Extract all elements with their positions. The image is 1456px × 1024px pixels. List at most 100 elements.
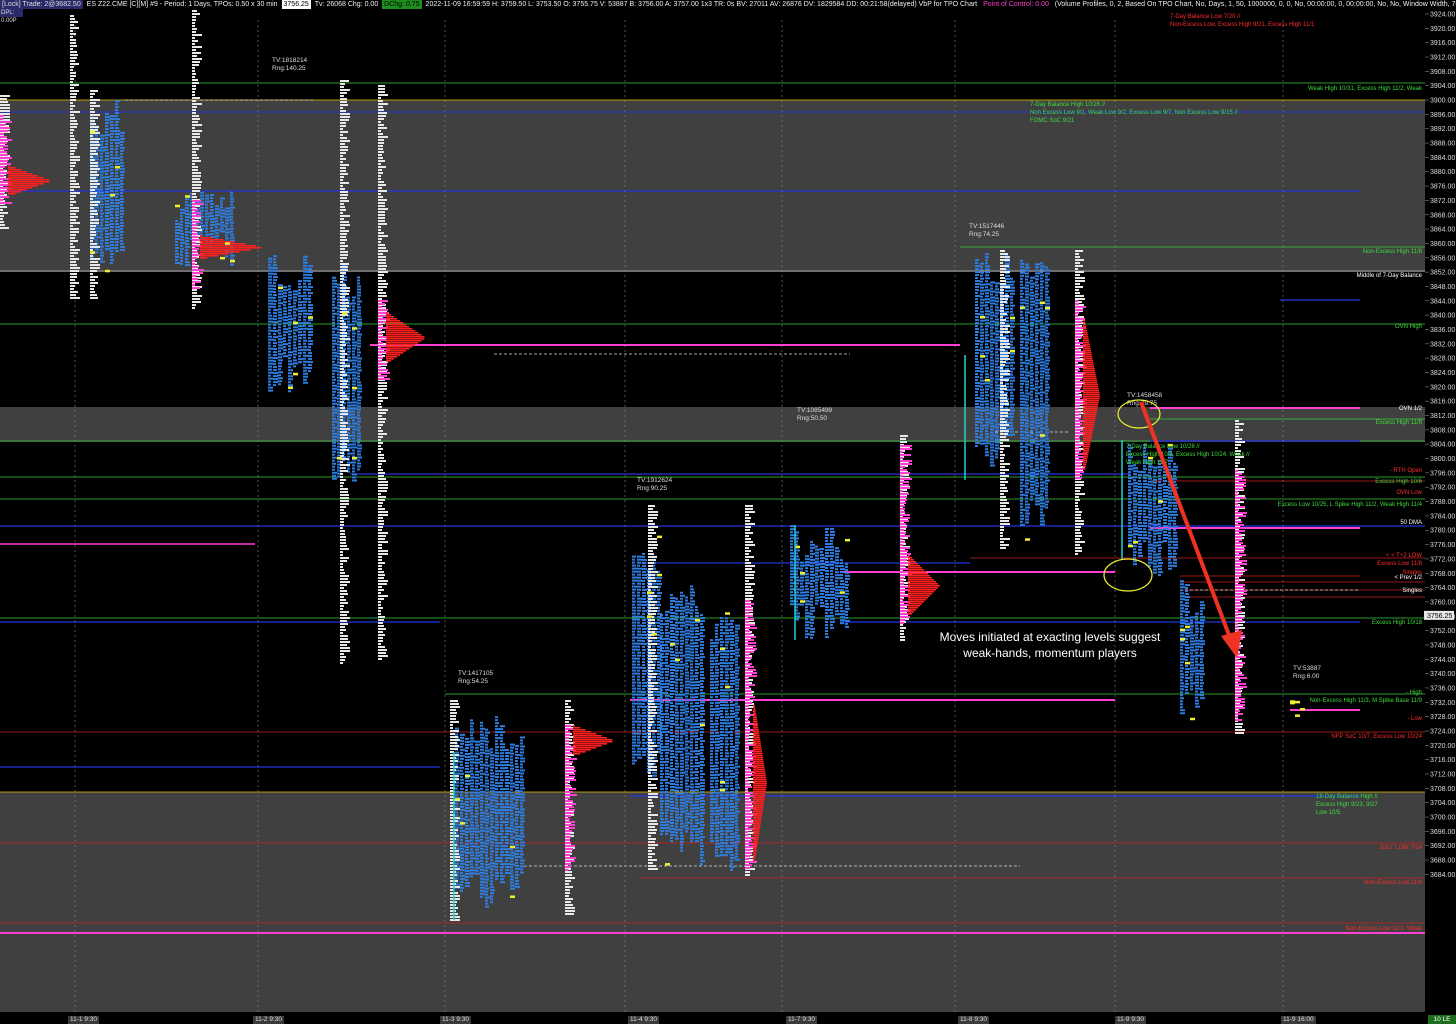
tpo-block	[680, 600, 683, 603]
tpo-block	[642, 591, 646, 594]
tpo-block	[670, 768, 675, 771]
tpo-block	[110, 169, 113, 172]
tpo-block	[120, 179, 123, 182]
tpo-block	[975, 436, 980, 439]
tpo-block	[980, 382, 985, 385]
tpo-block	[685, 746, 690, 749]
tpo-block	[1030, 417, 1034, 420]
tpo-block	[675, 621, 680, 624]
tpo-block	[980, 304, 985, 307]
tpo-block	[1045, 341, 1050, 344]
tpo-block	[470, 818, 473, 821]
tpo-block	[730, 667, 733, 670]
tpo-block	[1045, 386, 1050, 389]
tpo-block	[685, 650, 690, 653]
tpo-block	[637, 672, 640, 675]
tpo-block	[352, 398, 356, 401]
tpo-block	[298, 298, 301, 301]
tpo-block	[1030, 465, 1033, 468]
tpo-block	[670, 687, 674, 690]
tpo-block	[700, 827, 704, 830]
tpo-block	[975, 346, 978, 349]
tpo-block	[670, 822, 674, 825]
tpo-block	[670, 630, 674, 633]
tpo-block	[1035, 317, 1038, 320]
tpo-block	[480, 742, 484, 745]
tpo-block	[308, 361, 313, 364]
tpo-block	[185, 222, 190, 225]
tpo-block	[308, 271, 313, 274]
tpo-block	[115, 136, 119, 139]
tpo-block	[95, 206, 99, 209]
tpo-block	[990, 323, 994, 326]
tpo-block	[690, 759, 693, 762]
tpo-block	[700, 806, 704, 809]
tpo-block	[675, 819, 679, 822]
tpo-block	[845, 622, 848, 625]
tpo-block	[1045, 353, 1048, 356]
tpo-block	[357, 324, 362, 327]
tpo-block	[725, 806, 729, 809]
tpo-block	[268, 317, 273, 320]
tpo-block	[460, 799, 463, 802]
tpo-block	[455, 784, 459, 787]
tpo-block	[720, 710, 723, 713]
tpo-block	[990, 302, 995, 305]
tpo-block	[690, 729, 695, 732]
tpo-block	[985, 283, 990, 286]
tpo-block	[790, 555, 794, 558]
tpo-block	[1035, 455, 1038, 458]
tpo-block	[985, 322, 990, 325]
tpo-block	[298, 331, 302, 334]
tpo-block	[1020, 418, 1025, 421]
tpo-block	[1133, 524, 1137, 527]
tpo-block	[515, 849, 520, 852]
tpo-block	[490, 781, 494, 784]
tpo-block	[1045, 440, 1049, 443]
tpo-block	[1020, 460, 1025, 463]
tpo-block	[505, 773, 509, 776]
tpo-block	[990, 437, 994, 440]
tpo-block	[642, 717, 646, 720]
tpo-block	[352, 329, 355, 332]
tpo-block	[825, 612, 828, 615]
tpo-block	[670, 639, 675, 642]
tpo-chart[interactable]: TV:1818214Rng:140.25TV:1417105Rng:54.25T…	[0, 0, 1456, 1024]
tpo-block	[665, 781, 670, 784]
tpo-block	[105, 122, 109, 125]
tpo-block	[695, 783, 700, 786]
tpo-block	[288, 339, 291, 342]
tpo-block	[465, 767, 469, 770]
tpo-block	[685, 614, 688, 617]
tpo-block	[465, 860, 470, 863]
tpo-block	[720, 668, 723, 671]
tpo-block	[357, 327, 361, 330]
tpo-block	[460, 814, 463, 817]
tpo-block	[735, 627, 740, 630]
tpo-block	[995, 291, 1000, 294]
tpo-block	[1035, 494, 1040, 497]
tpo-block	[1020, 412, 1025, 415]
tpo-block	[685, 635, 690, 638]
tpo-block	[720, 728, 724, 731]
tpo-block	[730, 757, 733, 760]
tpo-block	[495, 821, 499, 824]
tpo-block	[685, 626, 688, 629]
tpo-block	[332, 396, 337, 399]
tpo-block	[1128, 483, 1133, 486]
tpo-block	[642, 726, 646, 729]
tpo-block	[680, 786, 683, 789]
tpo-block	[505, 830, 510, 833]
tpo-block	[480, 847, 484, 850]
tpo-block	[115, 214, 119, 217]
tpo-block	[680, 609, 685, 612]
tpo-block	[460, 841, 463, 844]
tpo-block	[975, 367, 980, 370]
tpo-block	[1030, 477, 1034, 480]
tpo-block	[180, 241, 185, 244]
tpo-block	[840, 559, 843, 562]
tpo-block	[520, 865, 525, 868]
tpo-block	[205, 218, 209, 221]
tpo-block	[298, 289, 301, 292]
tpo-block	[735, 630, 738, 633]
